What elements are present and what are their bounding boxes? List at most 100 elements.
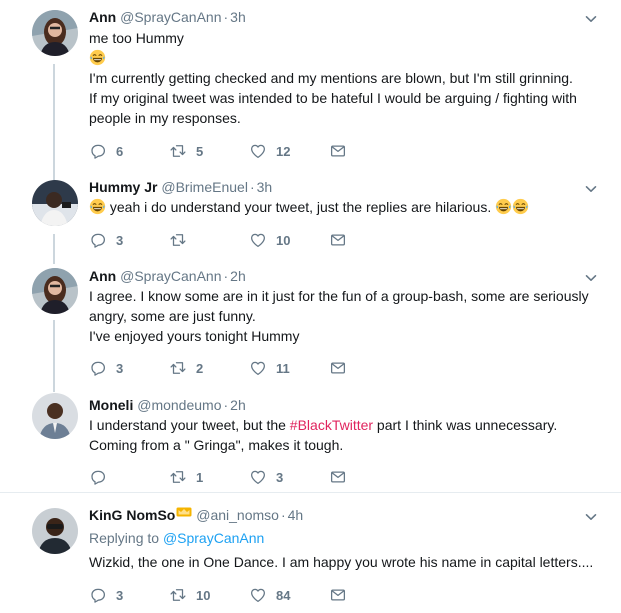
retweet-icon bbox=[169, 468, 187, 486]
tweet-line: I understand your tweet, but the #BlackT… bbox=[89, 417, 558, 433]
reply-count: 6 bbox=[116, 143, 124, 159]
replying-to-link[interactable]: @SprayCanAnn bbox=[163, 530, 264, 546]
tweet-line: I agree. I know some are in it just for … bbox=[89, 288, 589, 304]
laughing-emoji-icon bbox=[495, 198, 512, 215]
author-name[interactable]: Hummy Jr bbox=[89, 179, 157, 195]
tweet-line: I've enjoyed yours tonight Hummy bbox=[89, 328, 300, 344]
message-icon bbox=[329, 142, 347, 160]
direct-message-button[interactable] bbox=[329, 141, 347, 161]
hashtag-link[interactable]: #BlackTwitter bbox=[290, 417, 373, 433]
tweet-actions: 6 5 12 bbox=[89, 141, 389, 161]
replying-to-line: Replying to @SprayCanAnn bbox=[89, 530, 265, 546]
retweet-count: 5 bbox=[196, 143, 204, 159]
tweet-1[interactable]: Ann @SprayCanAnn · 3h me too Hummy I'm cur… bbox=[0, 0, 621, 175]
author-name[interactable]: KinG NomSo bbox=[89, 507, 192, 523]
author-name[interactable]: Ann bbox=[89, 268, 116, 284]
chevron-down-icon[interactable] bbox=[583, 11, 599, 27]
message-icon bbox=[329, 468, 347, 486]
retweet-button[interactable]: 10 bbox=[169, 585, 210, 605]
timestamp[interactable]: 4h bbox=[288, 507, 304, 523]
tweet-4[interactable]: Moneli @mondeumo · 2h I understand your tw… bbox=[0, 385, 621, 493]
message-icon bbox=[329, 586, 347, 604]
author-name[interactable]: Moneli bbox=[89, 397, 133, 413]
message-icon bbox=[329, 231, 347, 249]
author-handle[interactable]: @ani_nomso bbox=[196, 507, 279, 523]
retweet-icon bbox=[169, 359, 187, 377]
tweet-header: Moneli @mondeumo · 2h bbox=[89, 397, 246, 413]
crown-emoji-icon bbox=[176, 507, 192, 517]
laughing-emoji-icon bbox=[89, 49, 106, 66]
reply-count: 3 bbox=[116, 232, 124, 248]
author-name[interactable]: Ann bbox=[89, 9, 116, 25]
tweet-line bbox=[89, 48, 609, 68]
chevron-down-icon[interactable] bbox=[583, 270, 599, 286]
retweet-button[interactable]: 5 bbox=[169, 141, 203, 161]
like-count: 3 bbox=[276, 469, 284, 485]
avatar[interactable] bbox=[32, 268, 78, 314]
retweet-count: 2 bbox=[196, 360, 204, 376]
tweet-line: Wizkid, the one in One Dance. I am happy… bbox=[89, 554, 594, 570]
retweet-button[interactable]: 2 bbox=[169, 358, 203, 378]
tweet-5[interactable]: KinG NomSo @ani_nomso · 4h Replying to @Sp… bbox=[0, 494, 621, 613]
tweet-actions: 3 10 84 bbox=[89, 585, 389, 605]
tweet-actions: 3 2 11 bbox=[89, 358, 389, 378]
tweet-header: Ann @SprayCanAnn · 2h bbox=[89, 268, 246, 284]
retweet-icon bbox=[169, 586, 187, 604]
laughing-emoji-icon bbox=[512, 198, 529, 215]
reply-button[interactable]: 3 bbox=[89, 358, 123, 378]
reply-count: 3 bbox=[116, 587, 124, 603]
like-icon bbox=[249, 142, 267, 160]
direct-message-button[interactable] bbox=[329, 467, 347, 487]
tweet-3[interactable]: Ann @SprayCanAnn · 2h I agree. I know some… bbox=[0, 260, 621, 385]
timestamp[interactable]: 2h bbox=[230, 268, 246, 284]
retweet-count: 1 bbox=[196, 469, 204, 485]
avatar[interactable] bbox=[32, 393, 78, 439]
like-button[interactable]: 10 bbox=[249, 230, 290, 250]
direct-message-button[interactable] bbox=[329, 230, 347, 250]
tweet-line: angry, some are just funny. bbox=[89, 308, 256, 324]
like-icon bbox=[249, 468, 267, 486]
reply-button[interactable]: 3 bbox=[89, 585, 123, 605]
reply-count: 3 bbox=[116, 360, 124, 376]
message-icon bbox=[329, 359, 347, 377]
retweet-count: 10 bbox=[196, 587, 211, 603]
retweet-button[interactable] bbox=[169, 230, 196, 250]
like-count: 12 bbox=[276, 143, 291, 159]
timestamp[interactable]: 3h bbox=[257, 179, 273, 195]
chevron-down-icon[interactable] bbox=[583, 509, 599, 525]
tweet-line: I'm currently getting checked and my men… bbox=[89, 70, 573, 86]
chevron-down-icon[interactable] bbox=[583, 181, 599, 197]
tweet-line: me too Hummy bbox=[89, 30, 184, 46]
direct-message-button[interactable] bbox=[329, 358, 347, 378]
tweet-actions: 1 3 bbox=[89, 467, 389, 487]
like-button[interactable]: 11 bbox=[249, 358, 290, 378]
author-handle[interactable]: @SprayCanAnn bbox=[120, 9, 221, 25]
reply-icon bbox=[89, 468, 107, 486]
author-handle[interactable]: @SprayCanAnn bbox=[120, 268, 221, 284]
reply-icon bbox=[89, 359, 107, 377]
like-button[interactable]: 84 bbox=[249, 585, 290, 605]
author-handle[interactable]: @mondeumo bbox=[137, 397, 221, 413]
reply-button[interactable]: 3 bbox=[89, 230, 123, 250]
retweet-icon bbox=[169, 231, 187, 249]
tweet-header: Hummy Jr @BrimeEnuel · 3h bbox=[89, 179, 273, 195]
tweet-line: yeah i do understand your tweet, just th… bbox=[89, 197, 609, 217]
tweet-line: Coming from a " Gringa", makes it tough. bbox=[89, 437, 344, 453]
like-button[interactable]: 3 bbox=[249, 467, 283, 487]
reply-button[interactable]: 6 bbox=[89, 141, 123, 161]
reply-button[interactable] bbox=[89, 467, 116, 487]
like-count: 84 bbox=[276, 587, 291, 603]
retweet-button[interactable]: 1 bbox=[169, 467, 203, 487]
author-handle[interactable]: @BrimeEnuel bbox=[161, 179, 248, 195]
tweet-text: I agree. I know some are in it just for … bbox=[89, 286, 609, 346]
like-button[interactable]: 12 bbox=[249, 141, 290, 161]
timestamp[interactable]: 3h bbox=[230, 9, 246, 25]
tweet-2[interactable]: Hummy Jr @BrimeEnuel · 3h yeah i do unders… bbox=[0, 175, 621, 260]
avatar[interactable] bbox=[32, 10, 78, 56]
timestamp[interactable]: 2h bbox=[230, 397, 246, 413]
like-icon bbox=[249, 231, 267, 249]
avatar[interactable] bbox=[32, 508, 78, 554]
avatar[interactable] bbox=[32, 180, 78, 226]
like-count: 10 bbox=[276, 232, 291, 248]
direct-message-button[interactable] bbox=[329, 585, 347, 605]
